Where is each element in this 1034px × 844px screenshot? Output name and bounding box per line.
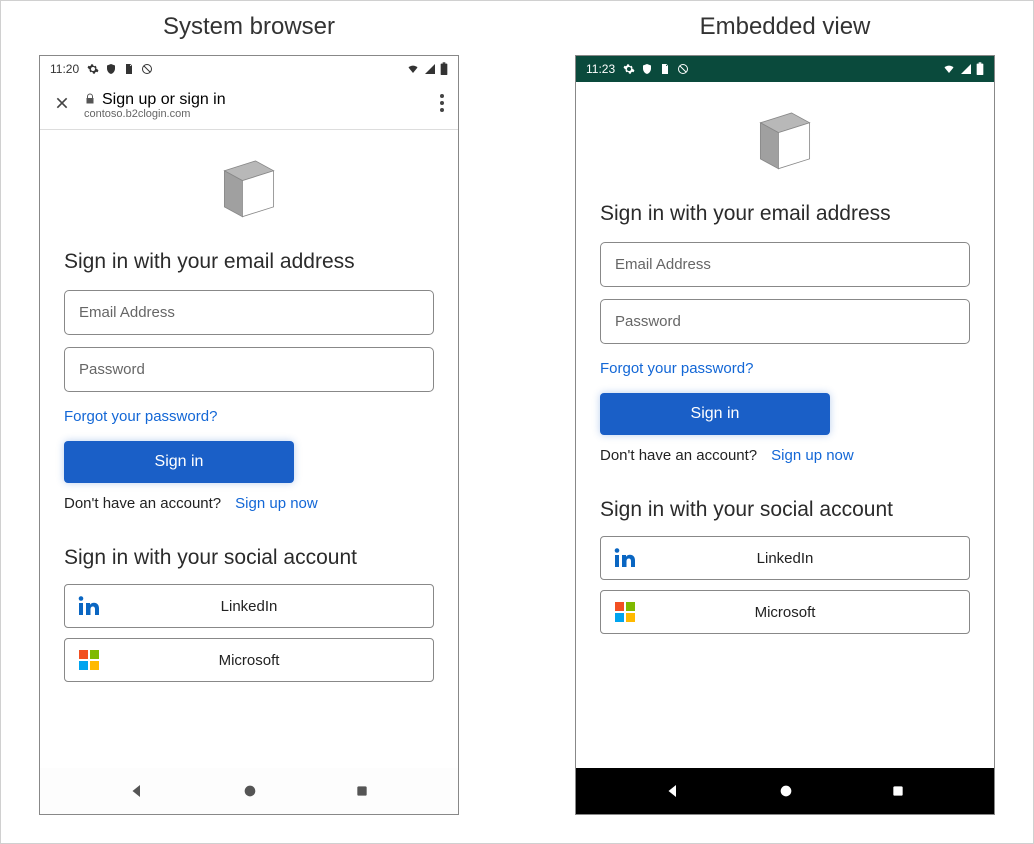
- page-icon: [659, 63, 671, 75]
- status-time: 11:20: [50, 62, 79, 76]
- device-frame: 11:20: [39, 55, 459, 815]
- column-title: Embedded view: [700, 13, 871, 41]
- password-field[interactable]: Password: [64, 347, 434, 392]
- status-icons-right: [942, 62, 984, 76]
- no-account-text: Don't have an account?: [64, 495, 221, 512]
- no-icon: [141, 63, 153, 75]
- device-frame: 11:23: [575, 55, 995, 815]
- app-logo: [64, 152, 434, 224]
- status-time: 11:23: [586, 62, 615, 76]
- nav-bar: [40, 768, 458, 814]
- nav-home-icon[interactable]: [242, 783, 258, 799]
- gear-icon: [623, 63, 635, 75]
- nav-bar: [576, 768, 994, 814]
- battery-icon: [440, 62, 448, 76]
- forgot-password-link[interactable]: Forgot your password?: [600, 360, 970, 377]
- column-title: System browser: [163, 13, 335, 41]
- signup-link[interactable]: Sign up now: [235, 495, 318, 512]
- nav-recent-icon[interactable]: [354, 783, 370, 799]
- forgot-password-link[interactable]: Forgot your password?: [64, 408, 434, 425]
- shield-icon: [105, 63, 117, 75]
- microsoft-icon: [601, 602, 649, 622]
- gear-icon: [87, 63, 99, 75]
- embedded-view-column: Embedded view 11:23: [567, 9, 1003, 823]
- page-title: Sign up or sign in: [102, 91, 226, 109]
- linkedin-label: LinkedIn: [649, 550, 969, 567]
- no-icon: [677, 63, 689, 75]
- app-logo: [600, 104, 970, 176]
- nav-back-icon[interactable]: [128, 782, 146, 800]
- kebab-menu-icon[interactable]: [440, 94, 444, 117]
- cube-icon: [744, 104, 826, 176]
- status-icons-right: [406, 62, 448, 76]
- wifi-icon: [942, 63, 956, 75]
- microsoft-button[interactable]: Microsoft: [64, 638, 434, 682]
- email-field[interactable]: Email Address: [64, 290, 434, 335]
- no-account-text: Don't have an account?: [600, 447, 757, 464]
- linkedin-label: LinkedIn: [113, 598, 433, 615]
- microsoft-label: Microsoft: [113, 652, 433, 669]
- shield-icon: [641, 63, 653, 75]
- cube-icon: [208, 152, 290, 224]
- signin-content: Sign in with your email address Email Ad…: [40, 130, 458, 768]
- signin-button[interactable]: Sign in: [600, 393, 830, 435]
- battery-icon: [976, 62, 984, 76]
- microsoft-label: Microsoft: [649, 604, 969, 621]
- close-icon[interactable]: [54, 94, 70, 117]
- signup-link[interactable]: Sign up now: [771, 447, 854, 464]
- lock-icon: [84, 92, 96, 106]
- signin-heading: Sign in with your email address: [600, 202, 970, 226]
- email-field[interactable]: Email Address: [600, 242, 970, 287]
- linkedin-button[interactable]: LinkedIn: [600, 536, 970, 580]
- signin-button[interactable]: Sign in: [64, 441, 294, 483]
- password-field[interactable]: Password: [600, 299, 970, 344]
- signal-icon: [424, 63, 436, 75]
- status-icons-left: [87, 63, 153, 75]
- linkedin-icon: [601, 546, 649, 570]
- page-icon: [123, 63, 135, 75]
- signal-icon: [960, 63, 972, 75]
- nav-home-icon[interactable]: [778, 783, 794, 799]
- page-url: contoso.b2clogin.com: [84, 108, 226, 120]
- status-bar: 11:23: [576, 56, 994, 82]
- status-bar: 11:20: [40, 56, 458, 82]
- status-icons-left: [623, 63, 689, 75]
- browser-address-bar: Sign up or sign in contoso.b2clogin.com: [40, 82, 458, 130]
- linkedin-button[interactable]: LinkedIn: [64, 584, 434, 628]
- nav-recent-icon[interactable]: [890, 783, 906, 799]
- social-heading: Sign in with your social account: [64, 546, 434, 570]
- microsoft-icon: [65, 650, 113, 670]
- microsoft-button[interactable]: Microsoft: [600, 590, 970, 634]
- linkedin-icon: [65, 594, 113, 618]
- signin-content: Sign in with your email address Email Ad…: [576, 82, 994, 768]
- nav-back-icon[interactable]: [664, 782, 682, 800]
- system-browser-column: System browser 11:20: [31, 9, 467, 823]
- social-heading: Sign in with your social account: [600, 498, 970, 522]
- wifi-icon: [406, 63, 420, 75]
- signin-heading: Sign in with your email address: [64, 250, 434, 274]
